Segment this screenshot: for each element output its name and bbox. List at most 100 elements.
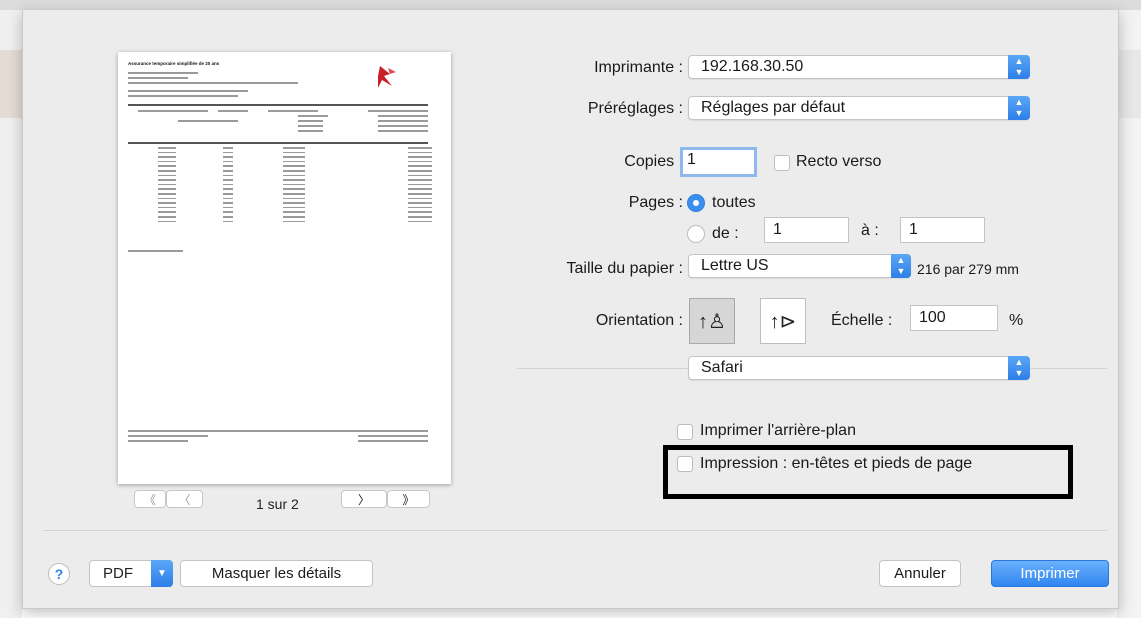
chevron-down-icon: ▼	[151, 560, 173, 587]
preview-text-line	[223, 183, 233, 186]
paper-dimensions: 216 par 279 mm	[917, 261, 1019, 277]
pdf-label: PDF	[103, 565, 133, 582]
chevron-updown-icon: ▲ ▼	[1008, 356, 1030, 380]
preview-text-line	[283, 211, 305, 213]
preview-text-line	[283, 202, 305, 204]
preview-text-line	[128, 430, 428, 432]
pages-range-radio[interactable]	[687, 225, 705, 243]
scale-unit: %	[1009, 312, 1024, 329]
pages-to-input[interactable]: 1	[900, 217, 985, 243]
last-page-button[interactable]: 》	[387, 490, 430, 508]
preview-text-line	[283, 183, 305, 186]
preview-text-line	[408, 165, 432, 167]
preview-text-line	[158, 220, 176, 223]
paper-size-select[interactable]: Lettre US ▲ ▼	[688, 254, 911, 278]
preview-text-line	[158, 211, 176, 213]
chevron-updown-icon: ▲ ▼	[1008, 55, 1030, 79]
chevron-updown-icon: ▲ ▼	[1008, 96, 1030, 120]
pages-label: Pages :	[628, 194, 683, 211]
preview-text-line	[223, 160, 233, 163]
scale-label: Échelle :	[831, 312, 893, 329]
preview-text-line	[408, 147, 432, 149]
next-page-button[interactable]: 〉	[341, 490, 387, 508]
preview-title: Assurance temporaire simplifiée de 20 an…	[128, 61, 220, 66]
pages-from-label: de :	[712, 225, 739, 242]
hide-details-button[interactable]: Masquer les détails	[180, 560, 373, 587]
preview-text-line	[223, 151, 233, 154]
preview-text-line	[283, 174, 305, 177]
preview-text-line	[158, 183, 176, 186]
duplex-label: Recto verso	[796, 153, 882, 170]
preview-text-line	[408, 170, 432, 172]
preview-text-line	[223, 211, 233, 213]
preview-text-line	[128, 250, 183, 252]
paper-size-value: Lettre US	[701, 257, 769, 274]
preview-text-line	[158, 179, 176, 181]
preview-text-line	[158, 202, 176, 204]
previous-page-button[interactable]: 〈	[166, 490, 203, 508]
preview-text-line	[128, 435, 208, 437]
preview-text-line	[158, 206, 176, 209]
help-button[interactable]: ?	[48, 563, 70, 585]
preview-text-line	[408, 193, 432, 195]
preview-text-line	[128, 440, 188, 442]
preview-text-line	[358, 435, 428, 437]
preview-text-line	[158, 216, 176, 218]
preview-text-line	[223, 188, 233, 190]
preview-text-line	[223, 165, 233, 167]
scale-input[interactable]: 100	[910, 305, 998, 331]
cancel-button[interactable]: Annuler	[879, 560, 961, 587]
landscape-orientation-button[interactable]: ↑⊳	[760, 298, 806, 344]
preview-text-line	[223, 179, 233, 181]
presets-label: Préréglages :	[587, 100, 683, 117]
preview-text-line	[128, 82, 298, 84]
portrait-icon: ↑♙	[698, 310, 726, 333]
preview-text-line	[223, 156, 233, 158]
preview-text-line	[408, 179, 432, 181]
preview-text-line	[158, 197, 176, 200]
preview-text-line	[128, 142, 428, 144]
company-logo-icon	[378, 66, 396, 88]
presets-select[interactable]: Réglages par défaut ▲ ▼	[688, 96, 1030, 120]
preview-text-line	[378, 125, 428, 127]
pdf-menu-button[interactable]: PDF ▼	[89, 560, 173, 587]
preview-text-line	[223, 206, 233, 209]
preview-text-line	[283, 216, 305, 218]
pages-all-radio[interactable]	[687, 194, 705, 212]
preview-text-line	[408, 202, 432, 204]
print-backgrounds-checkbox[interactable]	[677, 424, 693, 440]
preview-text-line	[223, 202, 233, 204]
preview-text-line	[283, 179, 305, 181]
page-indicator: 1 sur 2	[256, 496, 299, 512]
pages-from-input[interactable]: 1	[764, 217, 849, 243]
printer-select[interactable]: 192.168.30.50 ▲ ▼	[688, 55, 1030, 79]
window-top-edge	[0, 0, 1141, 10]
pages-all-label: toutes	[712, 194, 756, 211]
preview-text-line	[158, 193, 176, 195]
app-options-select[interactable]: Safari ▲ ▼	[688, 356, 1030, 380]
preview-text-line	[298, 125, 323, 127]
copies-input[interactable]: 1	[680, 147, 757, 177]
preview-text-line	[223, 193, 233, 195]
preview-text-line	[218, 110, 248, 112]
preview-text-line	[368, 110, 428, 112]
duplex-checkbox[interactable]	[774, 155, 790, 171]
preview-text-line	[408, 211, 432, 213]
preview-text-line	[158, 160, 176, 163]
preview-text-line	[283, 206, 305, 209]
preview-text-line	[408, 160, 432, 163]
background-left	[0, 10, 22, 618]
first-page-button[interactable]: 《	[134, 490, 166, 508]
preview-text-line	[178, 120, 238, 122]
preview-text-line	[128, 90, 248, 92]
divider-left	[517, 368, 689, 369]
print-button[interactable]: Imprimer	[991, 560, 1109, 587]
preview-text-line	[223, 170, 233, 172]
highlight-box	[663, 445, 1073, 499]
chevron-updown-icon: ▲ ▼	[891, 254, 911, 278]
portrait-orientation-button[interactable]: ↑♙	[689, 298, 735, 344]
preview-text-line	[283, 160, 305, 163]
preview-text-line	[128, 77, 188, 79]
preview-text-line	[128, 95, 238, 97]
preview-text-line	[283, 170, 305, 172]
